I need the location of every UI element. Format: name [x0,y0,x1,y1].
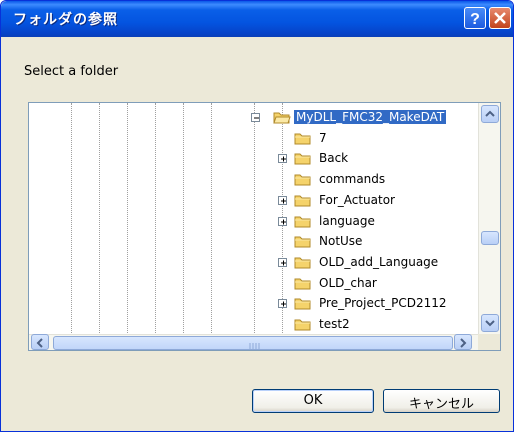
tree-item[interactable]: test2 [29,315,478,335]
grip-icon [249,343,260,349]
tree-item-label: Back [319,151,349,166]
tree-item-label: Pre_Project_PCD2112 [319,296,447,311]
cancel-button-label: キャンセル [408,397,474,412]
title-bar[interactable]: フォルダの参照 ? [1,1,513,37]
expand-toggle[interactable] [278,195,287,205]
tree-item-label: MyDLL_FMC32_MakeDAT [294,110,447,124]
ok-button[interactable]: OK [252,389,374,413]
chevron-right-icon [460,338,467,348]
svg-text:?: ? [470,11,480,28]
tree-item[interactable]: Pre_Project_PCD2112 [29,294,478,314]
question-icon: ? [470,11,480,28]
tree-item[interactable]: OLD_add_Language [29,253,478,273]
scroll-thumb[interactable] [481,231,499,245]
tree-item-label: NotUse [319,234,363,249]
scroll-left-button[interactable] [31,334,49,350]
folder-icon [294,172,312,186]
scroll-up-button[interactable] [481,105,499,123]
chevron-left-icon [36,338,43,348]
scroll-right-button[interactable] [454,334,472,350]
help-button[interactable]: ? [464,7,486,29]
folder-icon [294,151,312,165]
folder-tree[interactable]: MyDLL_FMC32_MakeDAT 7 Back commands For_Actu… [28,102,501,351]
chevron-up-icon [485,110,495,117]
chevron-down-icon [485,320,495,327]
tree-item-label: OLD_char [319,275,377,290]
cancel-button[interactable]: キャンセル [383,389,500,413]
expand-toggle[interactable] [278,216,287,226]
tree-item[interactable]: 7 [29,129,478,149]
folder-icon [294,214,312,228]
expand-toggle[interactable] [278,299,287,309]
folder-icon [294,131,312,145]
folder-icon [294,193,312,207]
close-button[interactable] [489,7,511,29]
tree-item[interactable]: OLD_char [29,274,478,294]
expand-toggle[interactable] [278,257,287,267]
folder-browse-dialog: フォルダの参照 ? Select a folder MyDLL_FMC32_Ma… [0,0,514,432]
tree-item[interactable]: commands [29,170,478,190]
close-icon [494,12,506,24]
tree-item-label: commands [319,172,386,187]
tree-item-label: For_Actuator [319,192,395,207]
horizontal-scroll-thumb[interactable] [53,336,453,350]
scroll-down-button[interactable] [481,314,499,332]
tree-item-label: 7 [319,130,327,145]
ok-button-label: OK [303,393,323,408]
tree-item-label: OLD_add_Language [319,254,439,269]
expand-toggle[interactable] [278,154,287,164]
horizontal-scrollbar[interactable] [29,334,478,350]
tree-item[interactable]: language [29,212,478,232]
window-title: フォルダの参照 [13,12,118,28]
vertical-scrollbar[interactable] [478,103,500,334]
folder-icon [294,255,312,269]
collapse-toggle[interactable] [251,113,260,122]
tree-item[interactable]: NotUse [29,232,478,252]
folder-icon [294,317,312,331]
folder-icon [294,296,312,310]
folder-open-icon [273,110,291,124]
tree-item[interactable]: Back [29,149,478,169]
prompt-label: Select a folder [24,64,119,79]
scrollbar-corner [478,334,500,350]
tree-item[interactable]: For_Actuator [29,191,478,211]
folder-icon [294,276,312,290]
tree-item-root[interactable]: MyDLL_FMC32_MakeDAT [29,108,478,128]
tree-item-label: language [319,213,375,228]
folder-icon [294,234,312,248]
tree-item-label: test2 [319,317,350,331]
